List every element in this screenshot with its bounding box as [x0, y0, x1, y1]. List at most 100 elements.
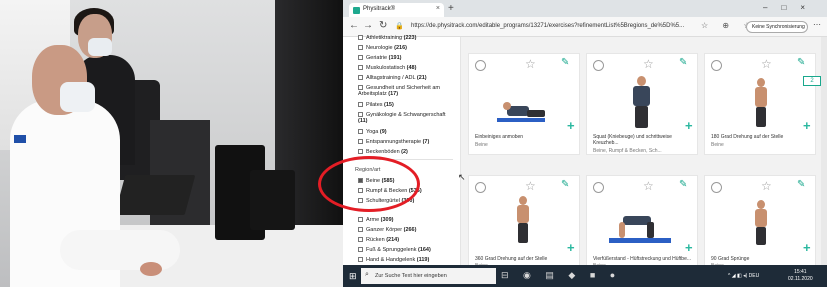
select-circle-icon[interactable]	[475, 182, 486, 193]
exercise-region: Beine	[711, 142, 724, 148]
exercise-card[interactable]: ☆ ✎ + 90 Grad Sprünge Beine	[704, 175, 816, 269]
search-icon: ⌕	[365, 271, 369, 278]
screen-capture: Physitrack® × + –□× ← → ↻ 🔒 https://de.p…	[343, 0, 827, 287]
system-tray[interactable]: ^ ◢ ◧ ◂) DEU	[728, 273, 759, 279]
exercise-figure-legs	[756, 227, 766, 245]
checkbox[interactable]	[358, 257, 363, 262]
taskbar-search[interactable]: ⌕ Zur Suche Text hier eingeben	[361, 268, 496, 284]
checkbox[interactable]	[358, 129, 363, 134]
add-exercise-icon[interactable]: +	[567, 118, 575, 133]
filter-item-neurologie[interactable]: Neurologie (216)	[358, 45, 407, 51]
more-icon[interactable]: ⋯	[813, 20, 821, 29]
checkbox[interactable]	[358, 45, 363, 50]
checkbox[interactable]	[358, 102, 363, 107]
add-exercise-icon[interactable]: +	[803, 118, 811, 133]
window-controls[interactable]: –□×	[763, 3, 819, 12]
checkbox[interactable]	[358, 85, 363, 90]
exercise-card[interactable]: ☆ ✎ + Einbeiniges anmoben Beine	[468, 53, 580, 155]
exercise-mat	[609, 238, 671, 243]
sync-button[interactable]: Keine Synchronisierung	[746, 21, 808, 33]
filter-item-entspannung[interactable]: Entspannungstherapie (7)	[358, 139, 429, 145]
add-exercise-icon[interactable]: +	[685, 240, 693, 255]
clock-date: 02.11.2020	[788, 276, 813, 282]
annotation-highlight-ellipse	[318, 156, 420, 212]
checkbox[interactable]	[358, 65, 363, 70]
exercise-card[interactable]: ☆ ✎ 2 + 180 Grad Drehung auf der Stelle …	[704, 53, 821, 155]
filter-item-ganzer-koerper[interactable]: Ganzer Körper (266)	[358, 227, 416, 233]
clock-time: 15:41	[794, 269, 807, 275]
browser-tab[interactable]: Physitrack® ×	[349, 3, 444, 17]
checkbox[interactable]	[358, 55, 363, 60]
shirt-logo	[14, 135, 26, 143]
favorite-star-icon[interactable]: ☆	[643, 179, 654, 193]
select-circle-icon[interactable]	[711, 182, 722, 193]
select-circle-icon[interactable]	[475, 60, 486, 71]
reload-icon[interactable]: ↻	[379, 20, 387, 31]
filter-item-ruecken[interactable]: Rücken (214)	[358, 237, 399, 243]
exercise-title: Einbeiniges anmoben	[475, 134, 524, 140]
edit-icon[interactable]: ✎	[797, 57, 805, 68]
favorite-star-icon[interactable]: ☆	[525, 57, 536, 71]
checkbox[interactable]	[358, 35, 363, 40]
edit-icon[interactable]: ✎	[679, 179, 687, 190]
exercise-figure-head	[519, 196, 527, 205]
exercise-figure-arm	[619, 222, 625, 238]
filter-item-arme[interactable]: Arme (309)	[358, 217, 394, 223]
filter-item-beckenboden[interactable]: Beckenböden (2)	[358, 149, 408, 155]
exercise-figure-head	[503, 102, 511, 110]
second-monitor	[250, 170, 295, 230]
exercise-card[interactable]: ☆ ✎ + Squat (Kniebeuge) und schrittweise…	[586, 53, 698, 155]
select-circle-icon[interactable]	[711, 60, 722, 71]
filter-item-hand[interactable]: Hand & Handgelenk (119)	[358, 257, 429, 263]
filter-item-gesundheit[interactable]: Gesundheit und Sicherheit am Arbeitsplat…	[358, 85, 453, 97]
forward-icon[interactable]: →	[363, 20, 373, 31]
exercise-card[interactable]: ☆ ✎ + 360 Grad Drehung auf der Stelle Be…	[468, 175, 580, 269]
checkbox[interactable]	[358, 112, 363, 117]
checkbox[interactable]	[358, 227, 363, 232]
filter-item-pilates[interactable]: Pilates (15)	[358, 102, 394, 108]
favorite-star-icon[interactable]: ☆	[761, 57, 772, 71]
windows-start-icon[interactable]: ⊞	[349, 271, 357, 282]
favorite-star-icon[interactable]: ☆	[643, 57, 654, 71]
favorite-star-icon[interactable]: ☆	[761, 179, 772, 193]
checkbox[interactable]	[358, 247, 363, 252]
filter-item-muskulostatisch[interactable]: Muskulostatisch (48)	[358, 65, 416, 71]
exercise-region: Beine	[475, 142, 488, 148]
filter-item-yoga[interactable]: Yoga (9)	[358, 129, 387, 135]
checkbox[interactable]	[358, 149, 363, 154]
filter-item-athletiktraining[interactable]: Athletiktraining (223)	[358, 35, 416, 41]
filter-item-fuss[interactable]: Fuß & Sprunggelenk (164)	[358, 247, 431, 253]
filter-item-geriatrie[interactable]: Geriatrie (191)	[358, 55, 401, 61]
checkbox[interactable]	[358, 237, 363, 242]
filter-item-alltagstraining[interactable]: Alltagstraining / ADL (21)	[358, 75, 427, 81]
edit-icon[interactable]: ✎	[561, 179, 569, 190]
taskbar-clock[interactable]: 15:41 02.11.2020	[788, 269, 813, 283]
edit-icon[interactable]: ✎	[561, 57, 569, 68]
select-circle-icon[interactable]	[593, 60, 604, 71]
tab-close-icon[interactable]: ×	[436, 5, 440, 12]
exercise-figure	[633, 86, 650, 106]
edit-icon[interactable]: ✎	[679, 57, 687, 68]
add-exercise-icon[interactable]: +	[803, 240, 811, 255]
taskbar-app-icons[interactable]: ⊟ ◉ ▤ ◆ ■ ●	[501, 270, 621, 281]
address-bar[interactable]: https://de.physitrack.com/editable_progr…	[403, 20, 693, 34]
exercise-figure-head	[637, 76, 646, 86]
checkbox[interactable]	[358, 75, 363, 80]
physitrack-favicon-icon	[353, 7, 360, 14]
select-circle-icon[interactable]	[593, 182, 604, 193]
filter-item-gynaekologie[interactable]: Gynäkologie & Schwangerschaft (11)	[358, 112, 456, 124]
person-foreground-arm	[60, 230, 180, 270]
add-exercise-icon[interactable]: +	[567, 240, 575, 255]
person-foreground-mask	[60, 82, 95, 112]
add-exercise-icon[interactable]: +	[685, 118, 693, 133]
checkbox[interactable]	[358, 217, 363, 222]
exercise-card[interactable]: ☆ ✎ + Vierfüßerstand - Hüftstreckung und…	[586, 175, 698, 269]
scrollbar[interactable]	[821, 37, 827, 265]
new-tab-button[interactable]: +	[448, 3, 454, 14]
edit-icon[interactable]: ✎	[797, 179, 805, 190]
back-icon[interactable]: ←	[349, 20, 359, 31]
checkbox[interactable]	[358, 139, 363, 144]
favorite-star-icon[interactable]: ☆	[525, 179, 536, 193]
exercise-title: 360 Grad Drehung auf der Stelle	[475, 256, 548, 262]
webcam-photo	[0, 0, 343, 287]
